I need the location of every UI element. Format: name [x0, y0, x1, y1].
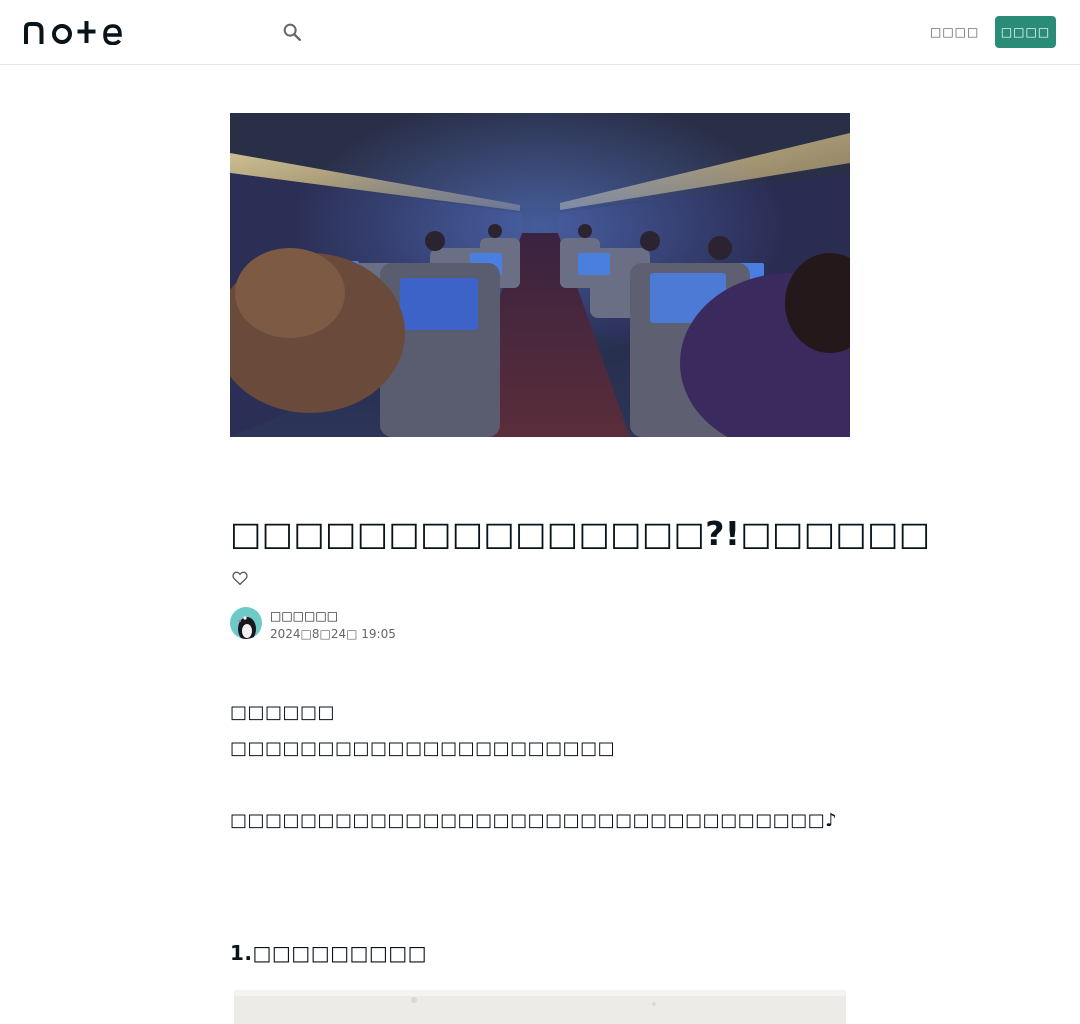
article-title: □□□□□□□□□□□□□□□?!□□□□□□ — [230, 514, 931, 553]
search-button[interactable] — [278, 18, 306, 46]
signup-button[interactable]: □□□□ — [995, 16, 1056, 48]
section-heading: 1.□□□□□□□□□ — [230, 941, 428, 965]
search-icon — [283, 23, 301, 41]
hero-image — [230, 113, 850, 437]
post-date: 2024□8□24□ 19:05 — [270, 627, 396, 641]
heart-outline-icon — [232, 571, 248, 586]
author-name[interactable]: □□□□□□ — [270, 608, 338, 624]
site-header: □□□□ □□□□ — [0, 0, 1080, 65]
author-avatar[interactable] — [230, 607, 262, 639]
body-paragraph-2: □□□□□□□□□□□□□□□□□□□□□□ — [230, 738, 616, 759]
body-paragraph-3: □□□□□□□□□□□□□□□□□□□□□□□□□□□□□□□□□□♪ — [230, 810, 838, 831]
content-image — [234, 990, 846, 1024]
like-button[interactable] — [229, 567, 251, 589]
note-logo[interactable] — [24, 19, 123, 46]
login-link[interactable]: □□□□ — [930, 22, 979, 42]
body-paragraph-1: □□□□□□ — [230, 702, 336, 723]
